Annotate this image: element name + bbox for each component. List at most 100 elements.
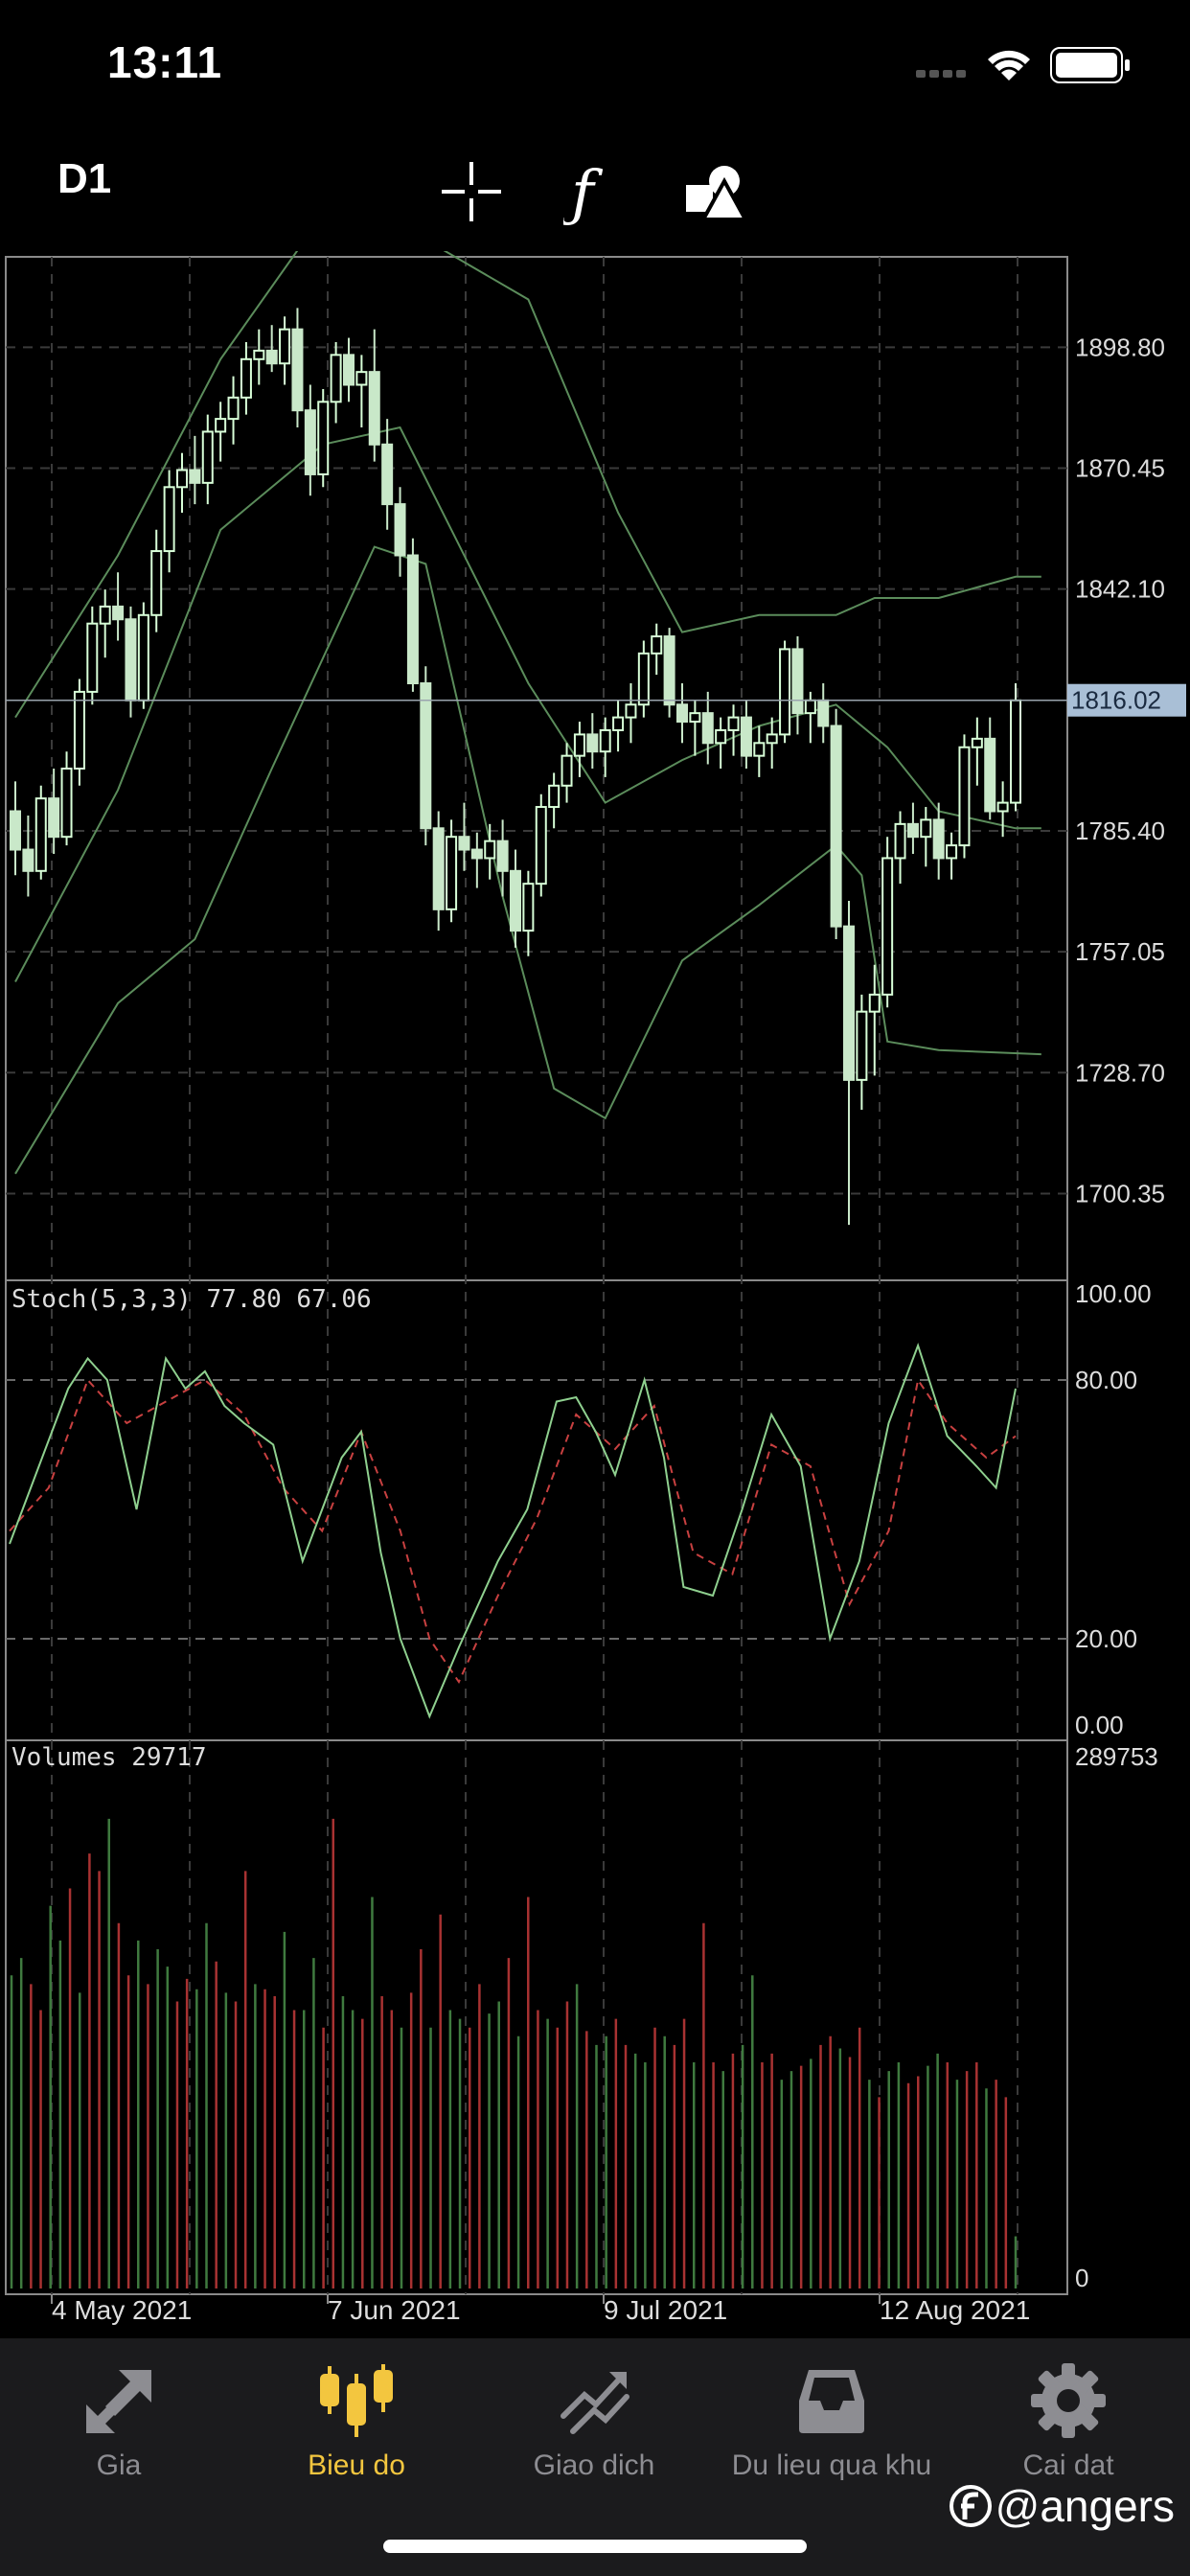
candle [996, 781, 1009, 838]
candle [446, 819, 458, 923]
volume-panel [10, 1818, 1018, 2288]
price-tick-label: 1842.10 [1075, 575, 1165, 604]
tab-bar: Gia Bieu do Giao dich Du lieu qua khu Ca… [0, 2338, 1190, 2576]
indicators-button[interactable]: ƒ [554, 153, 630, 230]
candle [637, 640, 650, 718]
stochastic-panel: 100.00 80.00 20.00 0.00 [6, 1279, 1152, 1739]
candle [163, 470, 175, 573]
candle [932, 802, 945, 880]
volume-max-label: 289753 [1075, 1742, 1158, 1771]
svg-text:ƒ: ƒ [563, 158, 604, 225]
brand-logo-icon [949, 2485, 992, 2527]
candle [137, 602, 149, 709]
candle [881, 837, 894, 1008]
bollinger-bands [14, 251, 1041, 1175]
candle [265, 325, 278, 373]
stoch-level-label: 0.00 [1075, 1711, 1124, 1739]
time-axis-label: 12 Aug 2021 [880, 2295, 1030, 2325]
stoch-main-line [9, 1342, 1017, 1719]
candle [215, 402, 227, 462]
time-axis-label: 7 Jun 2021 [328, 2295, 461, 2325]
tab-giao-dich[interactable]: Giao dich [517, 2358, 671, 2501]
candle [715, 717, 727, 769]
candle [753, 725, 766, 777]
price-tick-label: 1898.80 [1075, 333, 1165, 361]
time-axis-label: 4 May 2021 [52, 2295, 192, 2325]
candle [906, 802, 919, 854]
home-indicator [383, 2540, 807, 2553]
price-tick-label: 1728.70 [1075, 1058, 1165, 1087]
candle [791, 636, 804, 735]
candle [727, 704, 740, 756]
candle [651, 623, 663, 676]
candle [946, 832, 958, 880]
candle [458, 802, 470, 871]
tab-gia[interactable]: Gia [61, 2358, 176, 2501]
candle [971, 717, 983, 786]
candle [766, 717, 778, 769]
candle [612, 700, 625, 752]
candle [99, 589, 111, 658]
status-bar: 13:11 [0, 0, 1190, 134]
gear-icon [1031, 2363, 1106, 2438]
candle [561, 743, 573, 803]
tab-bieu-do[interactable]: Bieu do [289, 2358, 423, 2501]
candle [189, 435, 201, 505]
battery-icon [1050, 47, 1130, 83]
tab-du-lieu-qua-khu[interactable]: Du lieu qua khu [717, 2358, 947, 2501]
candle [586, 713, 599, 769]
time-axis: 4 May 2021 7 Jun 2021 9 Jul 2021 12 Aug 202… [51, 2294, 1030, 2325]
cellular-signal-icon [916, 70, 966, 78]
candle [201, 414, 214, 505]
price-tick-label: 1785.40 [1075, 816, 1165, 845]
candle [60, 751, 73, 846]
candles [10, 308, 1021, 1226]
candle [22, 815, 34, 897]
current-price-label: 1816.02 [1071, 686, 1161, 715]
candle [394, 487, 406, 577]
candle [689, 700, 701, 756]
candle [420, 666, 432, 846]
objects-button[interactable] [678, 153, 755, 230]
candle [406, 538, 419, 692]
candle [381, 419, 394, 530]
candle [548, 772, 561, 829]
inbox-icon [799, 2370, 864, 2433]
candle [804, 691, 816, 744]
candle [240, 342, 252, 415]
candle [984, 717, 996, 820]
candle [330, 342, 342, 424]
candle [856, 994, 868, 1110]
candle [920, 807, 932, 867]
candle [86, 606, 99, 705]
chart-frame [5, 256, 1068, 2295]
candle [484, 823, 496, 880]
candle [663, 628, 675, 718]
timeframe-button[interactable]: D1 [57, 155, 111, 203]
candle [317, 388, 330, 488]
candle [599, 717, 611, 777]
wifi-icon [988, 50, 1030, 80]
price-chart[interactable]: 1898.80 1870.45 1842.10 1785.40 1757.05 1728.… [0, 251, 1190, 2338]
candle [279, 316, 291, 385]
stoch-level-label: 80.00 [1075, 1366, 1137, 1394]
price-axis: 1898.80 1870.45 1842.10 1785.40 1757.05 1728.… [1075, 333, 1165, 1208]
candle [10, 781, 21, 876]
price-tick-label: 1757.05 [1075, 937, 1165, 966]
candle [779, 640, 791, 744]
trend-icon [561, 2372, 629, 2434]
arrows-icon [86, 2370, 151, 2433]
candle [73, 678, 85, 786]
status-time: 13:11 [107, 37, 223, 87]
price-tick-label: 1870.45 [1075, 453, 1165, 482]
time-axis-label: 9 Jul 2021 [604, 2295, 727, 2325]
candles-icon [320, 2364, 393, 2437]
candle [432, 811, 445, 932]
current-price-marker: 1816.02 [6, 683, 1186, 717]
candle [535, 794, 547, 897]
volume-min-label: 0 [1075, 2264, 1088, 2292]
candle [1010, 683, 1021, 812]
crosshair-button[interactable] [433, 153, 510, 230]
candle [150, 529, 163, 632]
candle [291, 308, 304, 427]
